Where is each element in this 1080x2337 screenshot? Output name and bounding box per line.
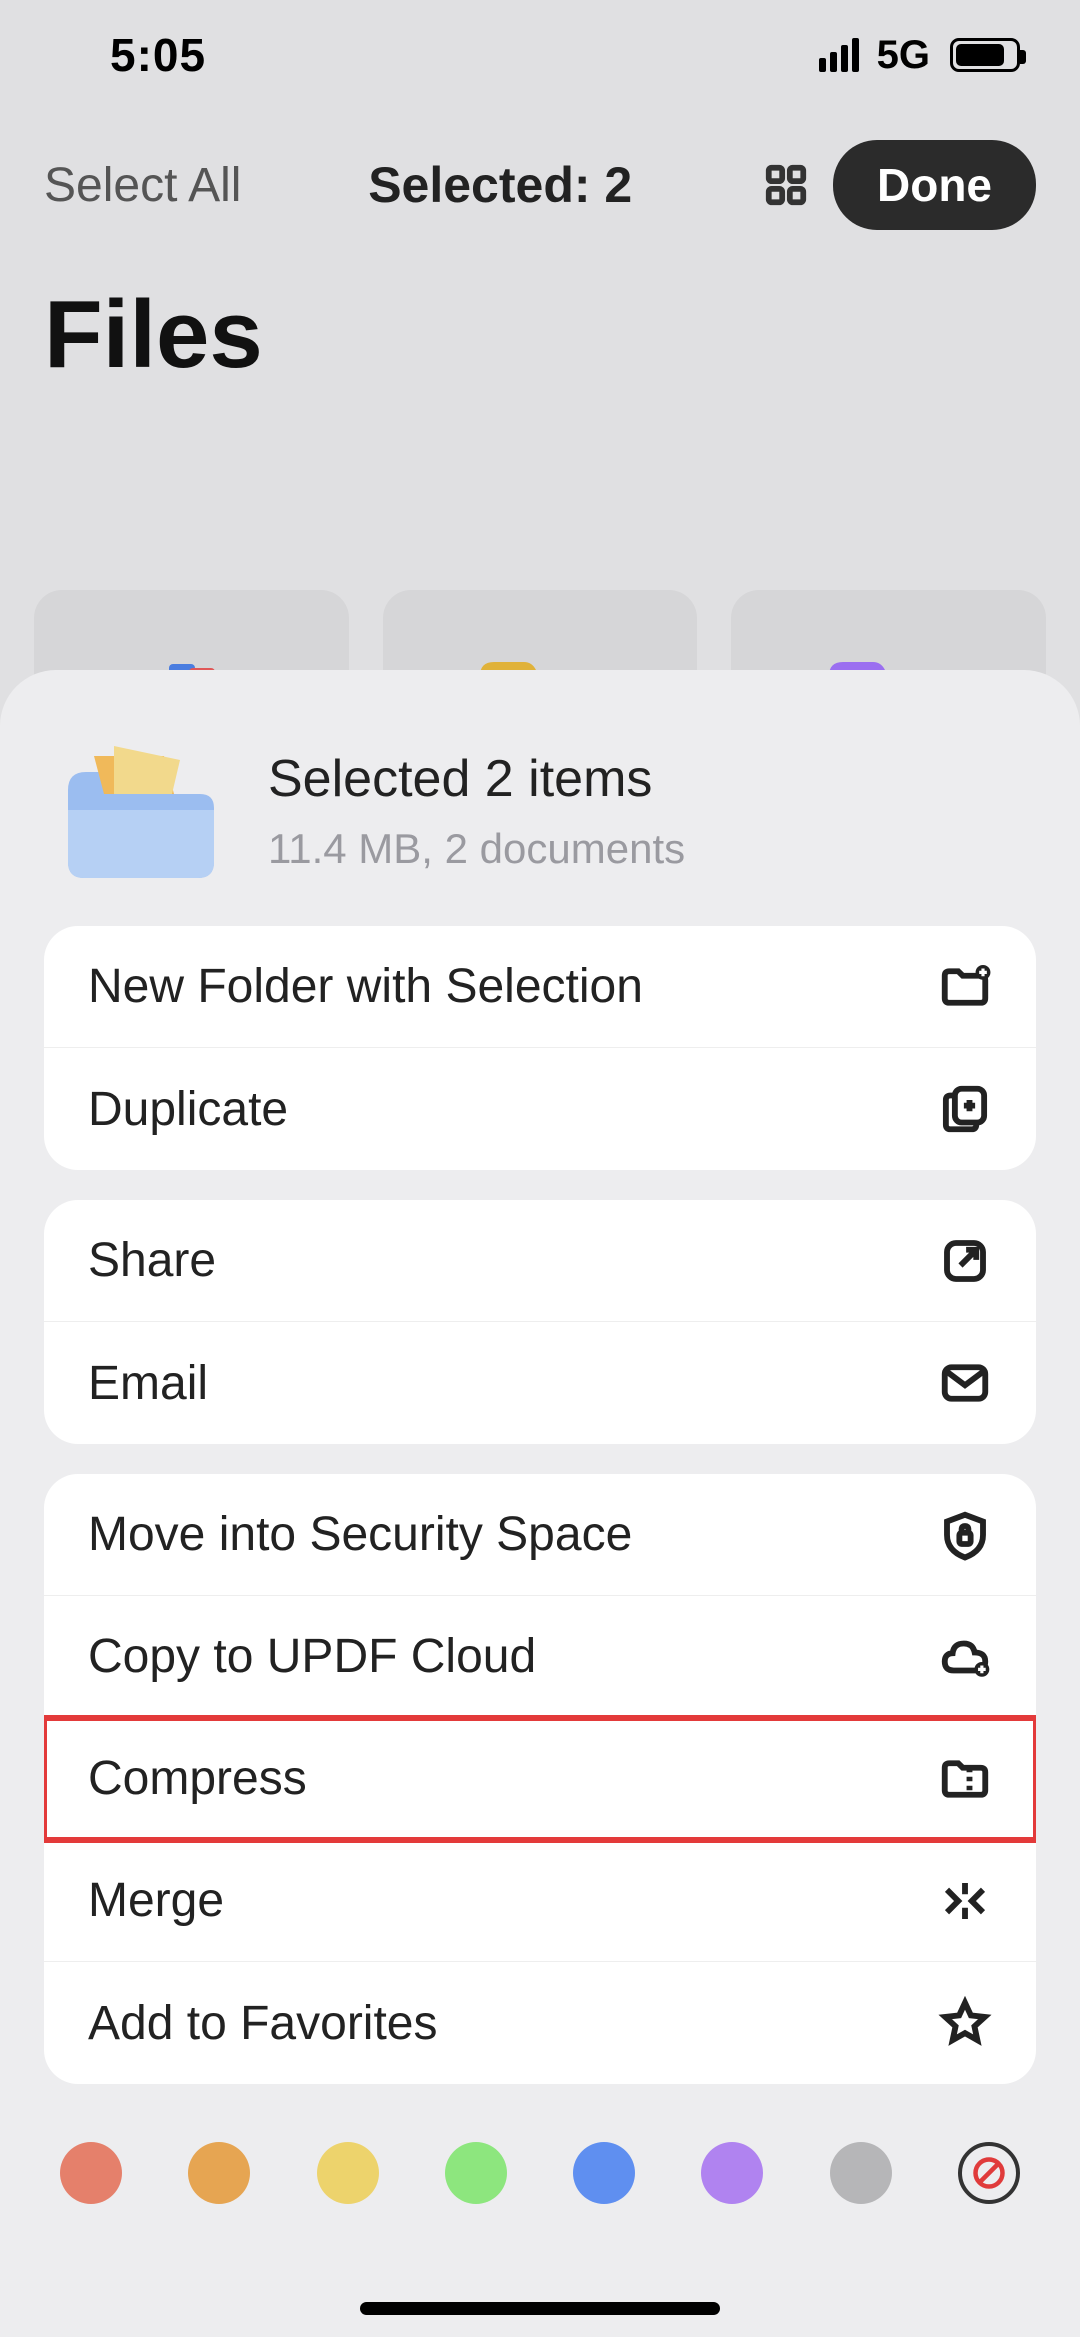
tag-color-yellow[interactable] xyxy=(317,2142,379,2204)
action-label: Email xyxy=(88,1356,208,1411)
action-merge[interactable]: Merge xyxy=(44,1840,1036,1962)
tag-color-orange[interactable] xyxy=(188,2142,250,2204)
status-bar: 5:05 5G xyxy=(0,0,1080,110)
tag-color-green[interactable] xyxy=(445,2142,507,2204)
select-all-button[interactable]: Select All xyxy=(44,158,241,213)
action-group: New Folder with Selection Duplicate xyxy=(44,926,1036,1170)
action-label: Add to Favorites xyxy=(88,1996,438,2051)
signal-icon xyxy=(819,38,859,72)
action-label: Move into Security Space xyxy=(88,1507,632,1562)
tag-color-red[interactable] xyxy=(60,2142,122,2204)
zip-folder-icon xyxy=(938,1752,992,1806)
action-label: Copy to UPDF Cloud xyxy=(88,1629,536,1684)
done-button[interactable]: Done xyxy=(833,140,1036,230)
grid-icon xyxy=(763,162,809,208)
open-folder-icon xyxy=(54,736,224,886)
battery-icon xyxy=(950,38,1020,72)
action-sheet: Selected 2 items 11.4 MB, 2 documents Ne… xyxy=(0,670,1080,2337)
duplicate-icon xyxy=(938,1082,992,1136)
tag-color-row xyxy=(44,2114,1036,2244)
action-add-to-favorites[interactable]: Add to Favorites xyxy=(44,1962,1036,2084)
tag-color-blue[interactable] xyxy=(573,2142,635,2204)
view-grid-button[interactable] xyxy=(759,158,813,212)
action-move-security-space[interactable]: Move into Security Space xyxy=(44,1474,1036,1596)
tag-color-gray[interactable] xyxy=(830,2142,892,2204)
share-icon xyxy=(938,1234,992,1288)
network-label: 5G xyxy=(877,33,930,78)
selection-toolbar: Select All Selected: 2 Done xyxy=(0,110,1080,250)
action-label: Merge xyxy=(88,1873,224,1928)
action-copy-to-updf-cloud[interactable]: Copy to UPDF Cloud xyxy=(44,1596,1036,1718)
no-entry-icon xyxy=(971,2155,1007,2191)
action-label: Compress xyxy=(88,1751,307,1806)
action-group: Move into Security Space Copy to UPDF Cl… xyxy=(44,1474,1036,2084)
sheet-header: Selected 2 items 11.4 MB, 2 documents xyxy=(44,722,1036,926)
new-folder-add-icon xyxy=(938,960,992,1014)
action-email[interactable]: Email xyxy=(44,1322,1036,1444)
action-label: Duplicate xyxy=(88,1082,288,1137)
status-indicators: 5G xyxy=(819,33,1020,78)
page-title: Files xyxy=(0,250,1080,390)
tag-clear-button[interactable] xyxy=(958,2142,1020,2204)
sheet-title: Selected 2 items xyxy=(268,749,685,809)
action-share[interactable]: Share xyxy=(44,1200,1036,1322)
action-duplicate[interactable]: Duplicate xyxy=(44,1048,1036,1170)
sheet-subtitle: 11.4 MB, 2 documents xyxy=(268,825,685,873)
action-new-folder-with-selection[interactable]: New Folder with Selection xyxy=(44,926,1036,1048)
shield-lock-icon xyxy=(938,1508,992,1562)
action-group: Share Email xyxy=(44,1200,1036,1444)
home-indicator[interactable] xyxy=(360,2302,720,2315)
action-label: Share xyxy=(88,1233,216,1288)
cloud-add-icon xyxy=(938,1630,992,1684)
status-time: 5:05 xyxy=(110,28,206,82)
merge-icon xyxy=(938,1874,992,1928)
tag-color-purple[interactable] xyxy=(701,2142,763,2204)
mail-icon xyxy=(938,1356,992,1410)
selected-count-label: Selected: 2 xyxy=(261,156,739,214)
star-icon xyxy=(938,1996,992,2050)
action-label: New Folder with Selection xyxy=(88,959,643,1014)
action-compress[interactable]: Compress xyxy=(44,1718,1036,1840)
